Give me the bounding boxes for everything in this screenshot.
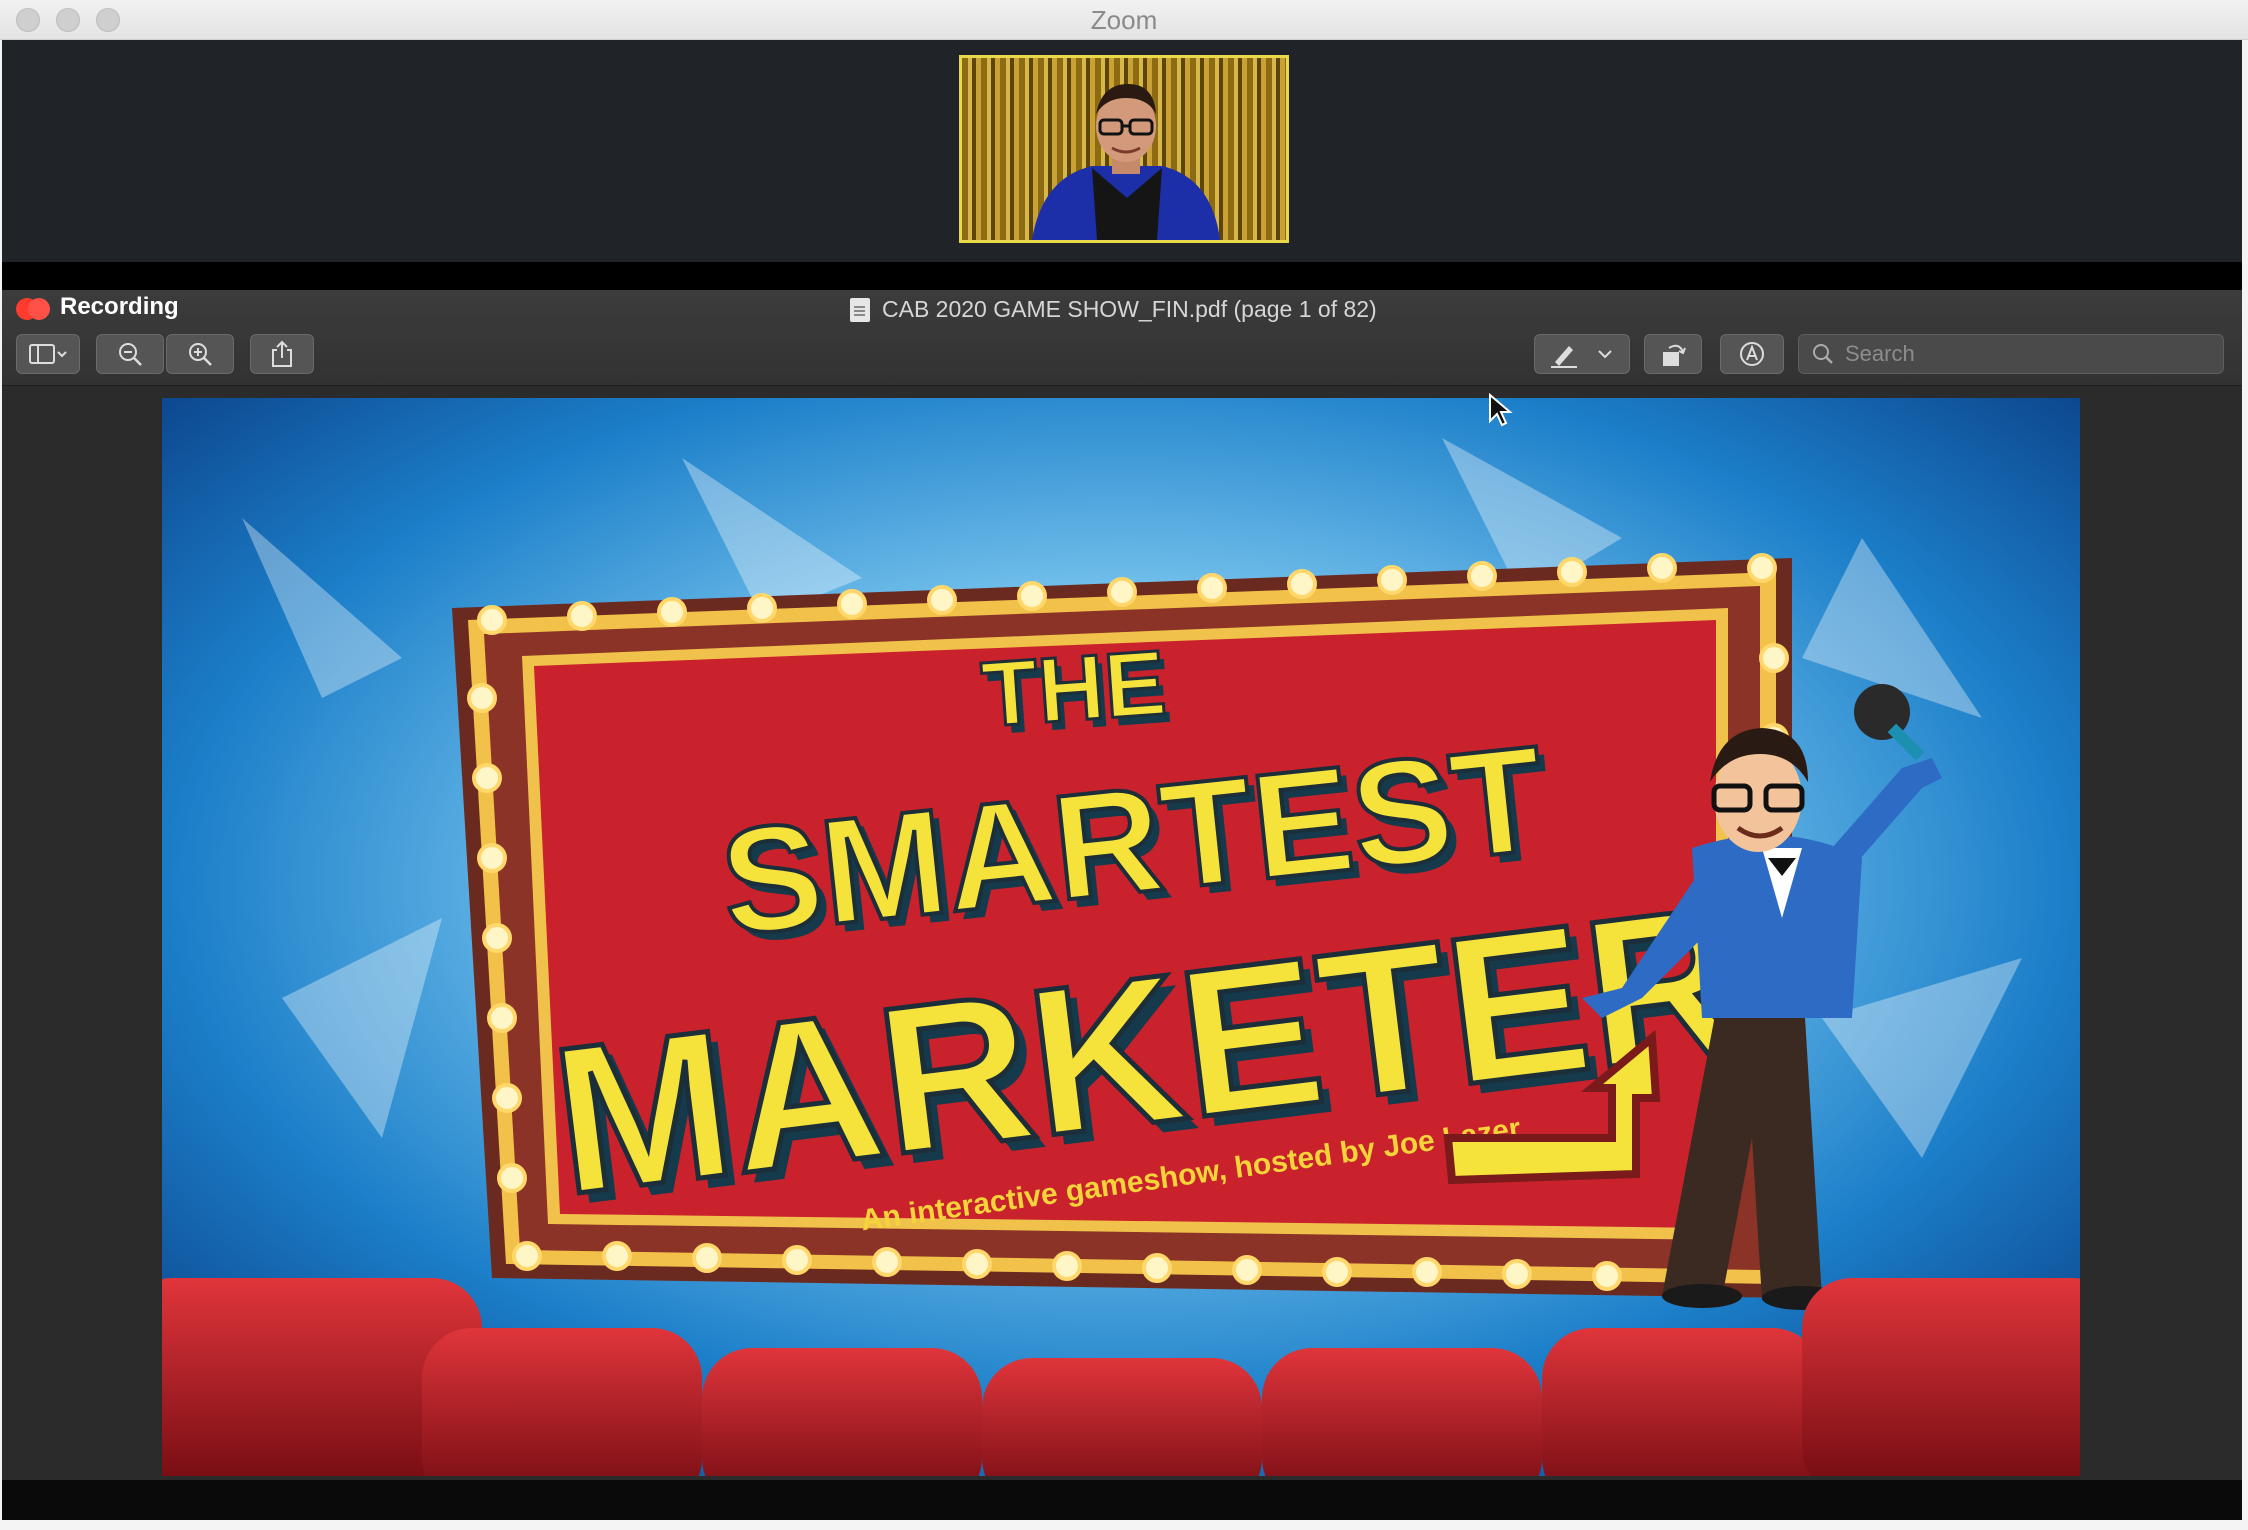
bottom-bar [2, 1480, 2242, 1520]
title-line-the: THE [979, 632, 1170, 747]
recording-indicator-secondary [28, 298, 50, 320]
zoom-in-icon [189, 343, 212, 366]
window-title: Zoom [1090, 5, 1158, 35]
pdf-slide[interactable]: THE THE SMARTEST SMARTEST MARKETER MARKE… [162, 398, 2080, 1476]
window-titlebar: Zoom [0, 0, 2248, 40]
zoom-out-button[interactable] [96, 334, 164, 374]
document-title-text: CAB 2020 GAME SHOW_FIN.pdf (page 1 of 82… [882, 296, 1377, 322]
pen-icon [1551, 346, 1577, 368]
zoom-window: Zoom Recording CAB 2020 GAME SHOW_FIN.pd… [0, 0, 2248, 1530]
annotate-button[interactable] [1720, 334, 1784, 374]
rotate-icon [1663, 344, 1686, 366]
search-input[interactable] [1845, 341, 2205, 367]
separator-band [2, 262, 2242, 290]
markup-button[interactable] [1534, 334, 1630, 374]
preview-toolbar: Recording CAB 2020 GAME SHOW_FIN.pdf (pa… [2, 290, 2242, 386]
share-button[interactable] [250, 334, 314, 374]
document-icon [850, 297, 870, 322]
recording-label: Recording [60, 293, 179, 320]
sidebar-icon [29, 344, 67, 364]
preview-window: Recording CAB 2020 GAME SHOW_FIN.pdf (pa… [2, 290, 2242, 1480]
annotate-icon [1740, 342, 1764, 366]
chevron-down-icon[interactable] [1597, 348, 1613, 360]
share-icon [272, 340, 292, 367]
search-field[interactable] [1798, 334, 2224, 374]
rotate-button[interactable] [1644, 334, 1702, 374]
video-strip [2, 40, 2242, 262]
slide-artwork: THE THE SMARTEST SMARTEST MARKETER MARKE… [162, 398, 2080, 1476]
search-icon [1813, 344, 1833, 364]
participant-video[interactable] [959, 55, 1289, 243]
document-title: CAB 2020 GAME SHOW_FIN.pdf (page 1 of 82… [850, 296, 1377, 323]
zoom-out-icon [119, 343, 142, 366]
sidebar-toggle-button[interactable] [16, 334, 80, 374]
participant-avatar [1032, 84, 1220, 240]
zoom-in-button[interactable] [166, 334, 234, 374]
mouse-cursor-icon [1489, 393, 1513, 427]
